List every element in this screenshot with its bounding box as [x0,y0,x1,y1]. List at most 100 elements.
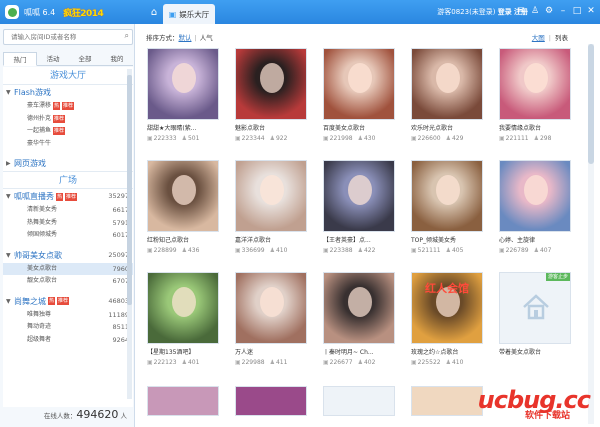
channel-item[interactable]: 清新美女秀 6617 [3,204,133,217]
viewer-count: ♟429 [446,135,464,142]
room-card[interactable]: 心婷、主旋律 ▣226789 ♟407 [499,160,571,269]
room-card[interactable]: 甜甜★大眼睛(紫... ▣222333 ♟501 [147,48,219,157]
user-icon: ♟ [445,247,451,254]
sort-popular[interactable]: 人气 [200,34,213,42]
flash-game-item[interactable]: 豪车漂移热推荐 [3,100,133,113]
viewer-count-value: 401 [187,359,200,366]
flash-game-item[interactable]: 德州扑克 推荐 [3,113,133,126]
room-stats: ▣223344 ♟922 [235,135,307,142]
channel-item[interactable]: 美女点歌台 7960 [3,262,133,275]
user-icon: ♟ [269,247,275,254]
room-id: ▣226600 [411,135,441,142]
room-card[interactable]: 【王者英豪】点... ▣223388 ♟422 [323,160,395,269]
viewer-count: ♟501 [182,135,200,142]
channel-item[interactable]: 舞动奇迹 8511 [3,321,133,334]
plaza-group[interactable]: ▼ 呱呱直播秀热推荐 35297 [3,189,133,204]
viewer-count: ♟436 [182,247,200,254]
room-thumbnail[interactable] [499,48,571,120]
search-icon[interactable]: ⌕ [125,31,129,41]
room-id-icon: ▣ [323,247,329,254]
room-thumbnail-partial[interactable] [411,386,483,416]
room-thumbnail[interactable] [235,272,307,344]
mail-icon[interactable]: ✉ [516,5,526,17]
room-id-icon: ▣ [235,359,241,366]
group-web-games[interactable]: ▶ 网页游戏 [3,156,133,171]
room-thumbnail[interactable] [147,272,219,344]
recommend-badge: 推荐 [57,297,70,305]
main-scroll-thumb[interactable] [588,44,594,164]
room-card[interactable]: TOP_倾城美女秀 ▣521111 ♟405 [411,160,483,269]
sidebar-scroll-thumb[interactable] [127,75,132,305]
room-thumbnail[interactable] [411,48,483,120]
search-input[interactable] [4,30,116,44]
room-thumbnail-partial[interactable] [147,386,219,416]
tab-hot[interactable]: 热门 [3,52,37,66]
minimize-icon[interactable]: – [558,5,568,17]
room-id-value: 228899 [153,247,177,254]
view-large[interactable]: 大图 [532,34,545,42]
room-card[interactable]: 魅影点歌台 ▣223344 ♟922 [235,48,307,157]
shirt-icon[interactable]: ♙ [530,5,540,17]
login-link[interactable]: 登录 [498,8,512,16]
room-id-icon: ▣ [411,247,417,254]
group-label: 帅哥美女点歌 [14,250,62,260]
room-card[interactable]: 红粉知己点歌台 ▣228899 ♟436 [147,160,219,269]
item-label: 靓女点歌台 [27,277,58,284]
room-stats: ▣228899 ♟436 [147,247,219,254]
room-card[interactable]: 丨秦时明月~ Ch... ▣226677 ♟402 [323,272,395,381]
tab-all[interactable]: 全部 [69,52,101,65]
room-thumbnail[interactable] [323,48,395,120]
group-flash-games[interactable]: ▼ Flash游戏 [3,85,133,100]
section-game-hall[interactable]: 游戏大厅 [3,67,133,85]
room-thumbnail[interactable] [411,160,483,232]
section-plaza[interactable]: 广场 [3,171,133,189]
channel-item[interactable]: 唯舞独尊 11189 [3,309,133,322]
view-list[interactable]: 列表 [555,34,568,42]
room-card[interactable]: 【星期135酒吧】 ▣222123 ♟401 [147,272,219,381]
room-card[interactable]: 游客止步 带着美女点歌台 [499,272,571,381]
room-thumbnail[interactable] [235,160,307,232]
room-id-value: 222123 [153,359,177,366]
room-title: 【星期135酒吧】 [147,349,195,356]
room-thumbnail[interactable]: 游客止步 [499,272,571,344]
room-thumbnail[interactable] [323,160,395,232]
room-card[interactable]: 欢乐时光点歌台 ▣226600 ♟429 [411,48,483,157]
tab-mine[interactable]: 我的 [101,52,133,65]
plaza-group[interactable]: ▼ 尚舞之城热推荐 46803 [3,294,133,309]
promo-banner[interactable]: 疯狂2014 [63,6,104,19]
flash-game-item[interactable]: 一起捕鱼 推荐 [3,125,133,138]
item-label: 豪华牛牛 [27,139,52,147]
group-count: 25097 [108,250,129,259]
room-thumbnail[interactable] [147,160,219,232]
settings-icon[interactable]: ⚙ [544,5,554,17]
room-thumbnail[interactable] [147,48,219,120]
tab-activity[interactable]: 活动 [37,52,69,65]
plaza-group[interactable]: ▼ 帅哥美女点歌 25097 [3,248,133,263]
room-thumbnail-partial[interactable] [323,386,395,416]
flash-game-item[interactable]: 豪华牛牛 [3,138,133,151]
maximize-icon[interactable]: □ [572,5,582,17]
close-icon[interactable]: ✕ [586,5,596,17]
room-thumbnail[interactable] [235,48,307,120]
room-card[interactable]: 百度美女点歌台 ▣221998 ♟430 [323,48,395,157]
home-tab-icon[interactable]: ⌂ [147,3,161,21]
room-thumbnail-partial[interactable] [235,386,307,416]
room-card[interactable]: 万人迷 ▣229988 ♟411 [235,272,307,381]
room-title: 玫瑰之约☆点歌台 [411,349,459,356]
channel-item[interactable]: 热舞美女秀 5791 [3,217,133,230]
room-card[interactable]: 我要情缘点歌台 ▣221111 ♟298 [499,48,571,157]
room-id-value: 222333 [153,135,177,142]
room-id-value: 521111 [417,247,441,254]
channel-item[interactable]: 倾国倾城秀 6017 [3,229,133,242]
main-scrollbar[interactable] [588,44,594,424]
sort-separator: | [194,34,197,42]
sort-default[interactable]: 默认 [179,34,192,42]
room-card[interactable]: 嘉洋洋点歌台 ▣336699 ♟410 [235,160,307,269]
channel-item[interactable]: 超级舞者 9264 [3,334,133,347]
room-thumbnail[interactable] [323,272,395,344]
tab-entertainment-hall[interactable]: ▣ 娱乐大厅 [163,4,215,24]
channel-item[interactable]: 靓女点歌台 6707 [3,275,133,288]
room-thumbnail[interactable] [499,160,571,232]
sidebar-scrollbar[interactable] [127,69,132,399]
